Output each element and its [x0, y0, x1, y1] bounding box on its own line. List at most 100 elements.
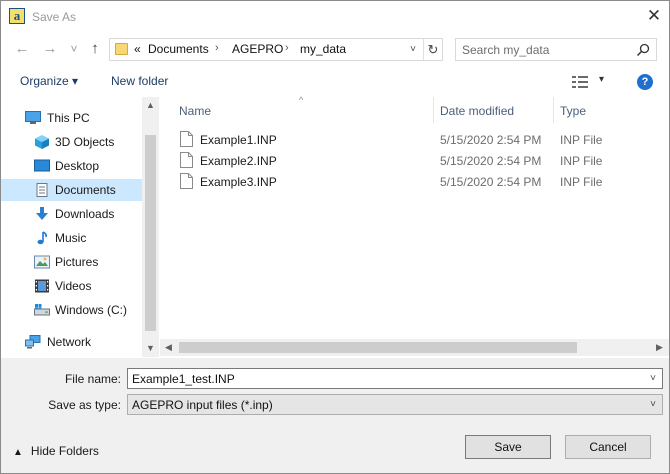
- file-type: INP File: [560, 175, 603, 189]
- nav-item-windows-c[interactable]: Windows (C:): [1, 299, 142, 321]
- nav-label: Downloads: [55, 207, 115, 221]
- videos-icon: [35, 279, 49, 293]
- chevron-down-icon[interactable]: ˅: [644, 395, 662, 414]
- search-input[interactable]: [462, 42, 630, 57]
- navigation-pane: This PC 3D Objects Desktop Documents Dow…: [1, 97, 159, 357]
- file-row[interactable]: Example2.INP 5/15/2020 2:54 PM INP File: [176, 150, 656, 171]
- chevron-right-icon[interactable]: ›: [215, 42, 219, 54]
- view-options-icon[interactable]: [572, 76, 588, 88]
- scroll-up-icon[interactable]: ▲: [142, 97, 159, 114]
- nav-item-downloads[interactable]: Downloads: [1, 203, 142, 225]
- file-name-label: File name:: [64, 372, 121, 386]
- file-icon: [180, 173, 193, 189]
- music-icon: [37, 231, 47, 245]
- nav-item-network[interactable]: Network: [1, 331, 142, 353]
- file-name-combobox: ˅: [127, 368, 663, 389]
- view-dropdown-icon[interactable]: ▾: [599, 74, 604, 85]
- nav-label: Documents: [55, 183, 116, 197]
- scroll-down-icon[interactable]: ▼: [142, 340, 159, 357]
- forward-button[interactable]: →: [39, 39, 61, 59]
- organize-menu[interactable]: Organize ▾: [20, 74, 78, 88]
- back-button[interactable]: ←: [11, 39, 33, 59]
- file-name: Example2.INP: [200, 154, 277, 168]
- nav-pane-scrollbar[interactable]: ▲ ▼: [142, 97, 159, 357]
- hide-folders-label: Hide Folders: [30, 444, 99, 458]
- file-icon: [180, 152, 193, 168]
- file-name: Example1.INP: [200, 133, 277, 147]
- search-icon[interactable]: [636, 43, 650, 57]
- desktop-icon: [34, 159, 50, 172]
- file-row[interactable]: Example1.INP 5/15/2020 2:54 PM INP File: [176, 129, 656, 150]
- refresh-button[interactable]: ↻: [423, 39, 442, 60]
- network-icon: [25, 335, 41, 349]
- file-name: Example3.INP: [200, 175, 277, 189]
- drive-icon: [34, 304, 50, 316]
- command-toolbar: Organize ▾ New folder ▾ ?: [1, 67, 669, 97]
- file-list-scrollbar[interactable]: ◀ ▶: [160, 339, 669, 356]
- downloads-icon: [36, 207, 48, 220]
- scroll-left-icon[interactable]: ◀: [160, 339, 177, 356]
- file-list: ^ Name Date modified Type Example1.INP 5…: [160, 95, 669, 357]
- address-bar[interactable]: « Documents › AGEPRO › my_data ˅ ↻: [109, 38, 443, 61]
- file-row[interactable]: Example3.INP 5/15/2020 2:54 PM INP File: [176, 171, 656, 192]
- 3d-objects-icon: [35, 135, 49, 149]
- cancel-button[interactable]: Cancel: [565, 435, 651, 459]
- recent-locations-button[interactable]: ˅: [63, 39, 85, 59]
- nav-item-this-pc[interactable]: This PC: [1, 107, 142, 129]
- nav-label: 3D Objects: [55, 135, 115, 149]
- pc-icon: [25, 111, 41, 124]
- column-header-date-modified[interactable]: Date modified: [440, 104, 514, 118]
- column-divider[interactable]: [433, 97, 434, 123]
- breadcrumb-overflow[interactable]: «: [134, 42, 141, 56]
- save-button[interactable]: Save: [465, 435, 551, 459]
- up-button[interactable]: ↑: [84, 39, 106, 59]
- scroll-thumb[interactable]: [145, 135, 156, 331]
- help-icon[interactable]: ?: [637, 74, 653, 90]
- nav-label: Network: [47, 335, 92, 349]
- save-panel: File name: ˅ Save as type: AGEPRO input …: [1, 358, 669, 473]
- nav-label: Music: [55, 231, 87, 245]
- column-header-name[interactable]: Name: [179, 104, 211, 118]
- search-box: [455, 38, 657, 61]
- chevron-up-icon: ▲: [13, 447, 23, 458]
- hide-folders-toggle[interactable]: ▲ Hide Folders: [13, 444, 99, 458]
- column-header-type[interactable]: Type: [560, 104, 586, 118]
- nav-label: Pictures: [55, 255, 99, 269]
- file-type: INP File: [560, 154, 603, 168]
- breadcrumb-my-data[interactable]: my_data: [300, 42, 346, 56]
- nav-label: Windows (C:): [55, 303, 128, 317]
- documents-icon: [36, 183, 48, 197]
- save-as-type-value: AGEPRO input files (*.inp): [132, 398, 273, 412]
- nav-label: This PC: [47, 111, 90, 125]
- close-button[interactable]: ✕: [641, 4, 667, 28]
- title-bar: a Save As ✕: [1, 1, 669, 32]
- breadcrumb-documents[interactable]: Documents: [148, 42, 209, 56]
- chevron-down-icon[interactable]: ˅: [644, 369, 662, 388]
- address-dropdown-button[interactable]: ˅: [404, 39, 422, 60]
- file-name-input[interactable]: [132, 371, 632, 386]
- file-icon: [180, 131, 193, 147]
- dialog-title: Save As: [32, 10, 77, 24]
- agepro-app-icon: a: [9, 8, 25, 24]
- breadcrumb-agepro[interactable]: AGEPRO: [232, 42, 283, 56]
- save-as-type-select[interactable]: AGEPRO input files (*.inp) ˅: [127, 394, 663, 415]
- save-as-type-label: Save as type:: [48, 398, 121, 412]
- file-type: INP File: [560, 133, 603, 147]
- file-date-modified: 5/15/2020 2:54 PM: [440, 175, 542, 189]
- nav-item-desktop[interactable]: Desktop: [1, 155, 142, 177]
- nav-item-videos[interactable]: Videos: [1, 275, 142, 297]
- save-as-dialog: a Save As ✕ ← → ˅ ↑ « Documents › AGEPRO…: [0, 0, 670, 474]
- file-date-modified: 5/15/2020 2:54 PM: [440, 154, 542, 168]
- folder-icon: [115, 43, 128, 55]
- nav-item-3d-objects[interactable]: 3D Objects: [1, 131, 142, 153]
- scroll-right-icon[interactable]: ▶: [651, 339, 668, 356]
- file-date-modified: 5/15/2020 2:54 PM: [440, 133, 542, 147]
- column-divider[interactable]: [553, 97, 554, 123]
- nav-item-music[interactable]: Music: [1, 227, 142, 249]
- nav-item-pictures[interactable]: Pictures: [1, 251, 142, 273]
- chevron-right-icon[interactable]: ›: [285, 42, 289, 54]
- sort-ascending-icon: ^: [299, 95, 304, 105]
- scroll-thumb[interactable]: [179, 342, 577, 353]
- nav-item-documents[interactable]: Documents: [1, 179, 142, 201]
- new-folder-button[interactable]: New folder: [111, 74, 168, 88]
